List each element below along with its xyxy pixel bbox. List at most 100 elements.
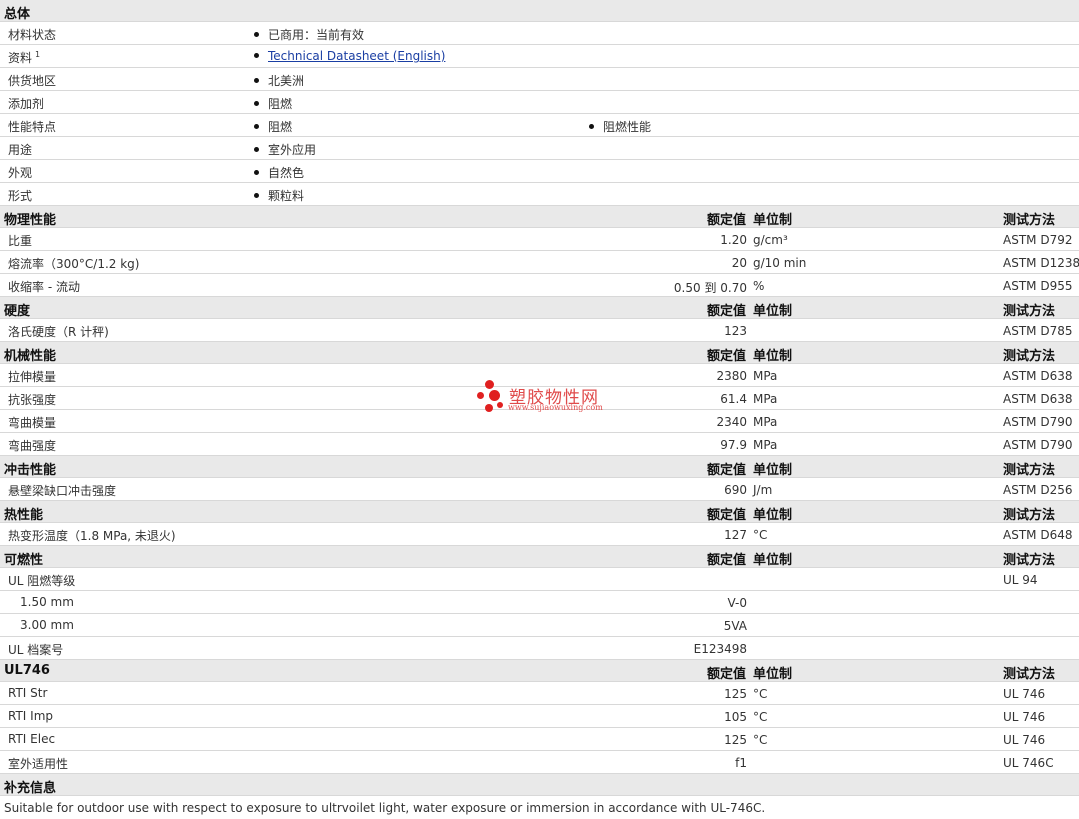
notes-row: Suitable for outdoor use with respect to… [0, 796, 1079, 819]
property-unit: °C [753, 687, 768, 701]
bullet-text: 阻燃性能 [603, 120, 652, 134]
datasheet-link[interactable]: Technical Datasheet (English) [268, 49, 445, 63]
column-header-unit: 单位制 [753, 553, 793, 568]
property-label: RTI Elec [8, 732, 56, 746]
logo-dot [489, 390, 500, 401]
general-row: 资料 1 Technical Datasheet (English) [0, 45, 1079, 68]
property-value: 125 [724, 733, 747, 747]
bullet-item: 北美洲 [254, 72, 304, 89]
property-label: 收缩率 - 流动 [8, 280, 80, 294]
row-label: 供货地区 [8, 72, 56, 89]
row-label-text: 添加剂 [8, 97, 45, 111]
column-header-unit: 单位制 [753, 213, 793, 228]
column-header-nominal: 额定值 [706, 349, 746, 364]
section-header: 硬度 额定值 单位制 测试方法 [0, 297, 1079, 319]
general-row: 供货地区 北美洲 [0, 68, 1079, 91]
watermark-url: www.sujiaowuxing.com [508, 403, 603, 412]
property-label: UL 阻燃等级 [8, 574, 76, 588]
property-value: 5VA [723, 619, 747, 633]
row-label: 形式 [8, 187, 32, 204]
test-method: ASTM D792 [1003, 233, 1073, 247]
bullet-icon [254, 147, 259, 152]
property-value: 105 [724, 710, 747, 724]
bullet-icon [254, 78, 259, 83]
bullet-item: 室外应用 [254, 141, 316, 158]
section-title: 机械性能 [4, 349, 57, 364]
row-label-text: 供货地区 [8, 74, 57, 88]
property-value: E123498 [693, 642, 747, 656]
property-value: V-0 [727, 596, 747, 610]
section-header: 机械性能 额定值 单位制 测试方法 [0, 342, 1079, 364]
bullet-icon [254, 32, 259, 37]
property-unit: g/cm³ [753, 233, 788, 247]
column-header-nominal: 额定值 [706, 553, 746, 568]
property-label: 室外适用性 [8, 757, 69, 771]
test-method: ASTM D638 [1003, 369, 1073, 383]
test-method: ASTM D790 [1003, 415, 1073, 429]
column-header-method: 测试方法 [1003, 304, 1056, 319]
property-unit: MPa [753, 438, 778, 452]
property-row: RTI Str 125 °C UL 746 [0, 682, 1079, 705]
property-row: 熔流率（300°C/1.2 kg) 20 g/10 min ASTM D1238 [0, 251, 1079, 274]
logo-dot [485, 404, 493, 412]
property-value: 2340 [716, 415, 747, 429]
property-label: 悬壁梁缺口冲击强度 [8, 484, 117, 498]
watermark-logo: 塑胶物性网 www.sujiaowuxing.com [477, 380, 617, 420]
bullet-icon [254, 101, 259, 106]
property-unit: g/10 min [753, 256, 807, 270]
column-header-unit: 单位制 [753, 667, 793, 682]
property-row: 比重 1.20 g/cm³ ASTM D792 [0, 228, 1079, 251]
general-row: 性能特点 阻燃 阻燃性能 [0, 114, 1079, 137]
column-header-unit: 单位制 [753, 463, 793, 478]
property-label: 比重 [8, 234, 33, 248]
property-row: 1.50 mm V-0 [0, 591, 1079, 614]
section-header: UL746 额定值 单位制 测试方法 [0, 660, 1079, 682]
section-header: 可燃性 额定值 单位制 测试方法 [0, 546, 1079, 568]
property-label: 弯曲模量 [8, 416, 57, 430]
column-header-nominal: 额定值 [706, 304, 746, 319]
bullet-item: 阻燃 [254, 118, 292, 135]
column-header-method: 测试方法 [1003, 463, 1056, 478]
property-row: RTI Elec 125 °C UL 746 [0, 728, 1079, 751]
row-label: 资料 1 [8, 49, 40, 66]
bullet-text: 已商用：当前有效 [268, 28, 365, 42]
column-header-unit: 单位制 [753, 304, 793, 319]
row-label-text: 资料 [8, 51, 33, 65]
property-label: 抗张强度 [8, 393, 57, 407]
bullet-icon [254, 170, 259, 175]
property-value: f1 [735, 756, 747, 770]
section-title: 冲击性能 [4, 463, 57, 478]
row-label-text: 形式 [8, 189, 33, 203]
section-title: 物理性能 [4, 213, 57, 228]
property-label: 拉伸模量 [8, 370, 57, 384]
column-header-nominal: 额定值 [706, 463, 746, 478]
property-unit: MPa [753, 369, 778, 383]
property-row: 热变形温度（1.8 MPa, 未退火) 127 °C ASTM D648 [0, 523, 1079, 546]
row-label-text: 性能特点 [8, 120, 57, 134]
bullet-item: 已商用：当前有效 [254, 26, 364, 43]
column-header-unit: 单位制 [753, 508, 793, 523]
property-value: 20 [731, 256, 747, 270]
column-header-unit: 单位制 [753, 349, 793, 364]
test-method: ASTM D1238 [1003, 256, 1079, 270]
footnote-marker: 1 [35, 50, 41, 59]
general-row: 材料状态 已商用：当前有效 [0, 22, 1079, 45]
property-row: UL 档案号 E123498 [0, 637, 1079, 660]
property-value: 0.50 到 0.70 [673, 281, 747, 295]
column-header-method: 测试方法 [1003, 349, 1056, 364]
property-label: 洛氏硬度（R 计秤) [8, 325, 109, 339]
property-label: RTI Imp [8, 709, 53, 723]
test-method: ASTM D955 [1003, 279, 1073, 293]
property-row: 悬壁梁缺口冲击强度 690 J/m ASTM D256 [0, 478, 1079, 501]
property-unit: % [753, 279, 765, 293]
property-label: 3.00 mm [20, 618, 74, 632]
column-header-method: 测试方法 [1003, 553, 1056, 568]
test-method: ASTM D790 [1003, 438, 1073, 452]
row-label-text: 外观 [8, 166, 33, 180]
property-unit: °C [753, 733, 768, 747]
test-method: ASTM D638 [1003, 392, 1073, 406]
test-method: UL 746 [1003, 710, 1046, 724]
bullet-item: Technical Datasheet (English) [254, 49, 445, 63]
bullet-icon [254, 193, 259, 198]
property-unit: MPa [753, 415, 778, 429]
